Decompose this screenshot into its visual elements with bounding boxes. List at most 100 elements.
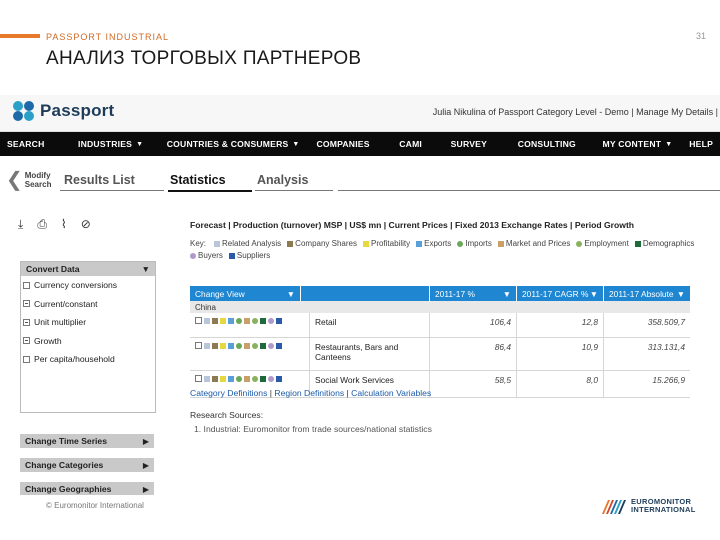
triangle-icon — [634, 241, 641, 247]
suppliers-icon[interactable] — [276, 317, 282, 324]
imports-icon[interactable] — [236, 375, 242, 382]
suppliers-icon[interactable] — [276, 342, 282, 349]
market-icon[interactable] — [244, 375, 250, 382]
checkbox[interactable] — [23, 318, 30, 326]
row-abs: 313.131,4 — [647, 342, 685, 352]
row-pct: 58,5 — [430, 371, 517, 397]
grid-header-spacer — [301, 286, 430, 301]
key-suppliers: Suppliers — [228, 250, 270, 262]
link-category-definitions[interactable]: Category Definitions — [190, 388, 267, 398]
imports-icon[interactable] — [236, 317, 242, 324]
option-per-capita-household[interactable]: Per capita/household — [21, 350, 155, 369]
column-header[interactable]: 2011-17 CAGR % ▼ — [517, 286, 604, 301]
checkbox[interactable] — [23, 281, 30, 289]
change-geographies[interactable]: Change Geographies ▶ — [20, 482, 154, 495]
key-employment: Employment — [576, 238, 629, 250]
link-icon[interactable]: ⊘ — [81, 217, 91, 231]
row-cagr: 10,9 — [517, 338, 604, 370]
data-grid: Change View ▼ 2011-17 % ▼ 2011-17 CAGR % ▼ … — [190, 286, 690, 398]
link-calculation-variables[interactable]: Calculation Variables — [351, 388, 431, 398]
profitability-icon[interactable] — [220, 342, 226, 349]
market-icon[interactable] — [244, 342, 250, 349]
profitability-icon[interactable] — [220, 317, 226, 324]
checkbox[interactable] — [195, 342, 202, 349]
attach-icon[interactable]: ⌇ — [61, 217, 67, 231]
main-content: Forecast | Production (turnover) MSP | U… — [190, 220, 720, 434]
passport-app: Passport Julia Nikulina of Passport Cate… — [0, 95, 720, 495]
square-icon — [214, 241, 221, 247]
change-categories[interactable]: Change Categories ▶ — [20, 458, 154, 472]
checkbox[interactable] — [195, 317, 202, 324]
change-time-series[interactable]: Change Time Series ▶ — [20, 434, 154, 448]
analysis-icon[interactable] — [204, 317, 210, 324]
checkbox[interactable] — [23, 337, 30, 345]
shares-icon[interactable] — [212, 342, 218, 349]
analysis-icon[interactable] — [204, 375, 210, 382]
table-row[interactable]: Retail 106,4 12,8 358.509,7 — [190, 313, 690, 338]
employment-icon[interactable] — [252, 317, 258, 324]
key-legend: Key: Related Analysis Company Shares Pro… — [190, 238, 720, 262]
option-growth[interactable]: Growth — [21, 332, 155, 351]
grid-header: Change View ▼ 2011-17 % ▼ 2011-17 CAGR % ▼ … — [190, 286, 690, 301]
column-header[interactable]: 2011-17 % ▼ — [430, 286, 517, 301]
suppliers-icon[interactable] — [276, 375, 282, 382]
convert-data-header[interactable]: Convert Data ▼ — [21, 262, 155, 276]
row-abs: 358.509,7 — [647, 317, 685, 327]
buyers-icon[interactable] — [268, 342, 274, 349]
accent-bar — [0, 34, 40, 38]
row-icons-cell — [190, 338, 310, 370]
profitability-icon[interactable] — [220, 375, 226, 382]
buyers-icon[interactable] — [268, 375, 274, 382]
slide-kicker: PASSPORT INDUSTRIAL — [46, 32, 170, 42]
nav-companies[interactable]: COMPANIES — [309, 139, 392, 149]
print-icon[interactable]: ⎙ — [37, 217, 47, 232]
nav-countries-consumers[interactable]: COUNTRIES & CONSUMERS ▼ — [160, 139, 310, 149]
analysis-icon[interactable] — [204, 342, 210, 349]
user-account-line[interactable]: Julia Nikulina of Passport Category Leve… — [433, 107, 718, 117]
slide-title: АНАЛИЗ ТОРГОВЫХ ПАРТНЕРОВ — [46, 48, 362, 69]
table-row[interactable]: Restaurants, Bars and Canteens 86,4 10,9… — [190, 338, 690, 371]
column-header[interactable]: 2011-17 Absolute ▼ — [604, 286, 690, 301]
nav-help[interactable]: HELP — [682, 139, 720, 149]
imports-icon[interactable] — [236, 342, 242, 349]
exports-icon[interactable] — [228, 342, 234, 349]
demographics-icon[interactable] — [260, 342, 266, 349]
employment-icon[interactable] — [252, 342, 258, 349]
buyers-icon[interactable] — [268, 317, 274, 324]
exports-icon[interactable] — [228, 317, 234, 324]
tab-underline — [255, 190, 333, 191]
caret-down-icon: ▼ — [292, 140, 300, 148]
square-icon — [497, 241, 504, 247]
shares-icon[interactable] — [212, 317, 218, 324]
nav-consulting[interactable]: CONSULTING — [511, 139, 596, 149]
row-abs: 15.266,9 — [652, 375, 685, 385]
checkbox[interactable] — [23, 300, 30, 308]
option-unit-multiplier[interactable]: Unit multiplier — [21, 313, 155, 332]
key-demographics: Demographics — [634, 238, 694, 250]
row-icons — [195, 342, 304, 349]
row-category: Restaurants, Bars and Canteens — [310, 338, 430, 370]
link-region-definitions[interactable]: Region Definitions — [274, 388, 344, 398]
research-sources-title: Research Sources: — [190, 410, 264, 420]
checkbox[interactable] — [195, 375, 202, 382]
change-view-dropdown[interactable]: Change View ▼ — [190, 286, 301, 301]
exports-icon[interactable] — [228, 375, 234, 382]
demographics-icon[interactable] — [260, 375, 266, 382]
triangle-down-icon — [228, 253, 235, 259]
option-currency-conversions[interactable]: Currency conversions — [21, 276, 155, 295]
shares-icon[interactable] — [212, 375, 218, 382]
employment-icon[interactable] — [252, 375, 258, 382]
nav-cami[interactable]: CAMI — [392, 139, 443, 149]
tab-statistics[interactable]: Statistics — [170, 173, 226, 187]
nav-my-content[interactable]: MY CONTENT ▼ — [596, 139, 683, 149]
research-source-item: 1. Industrial: Euromonitor from trade so… — [194, 424, 432, 434]
option-current-constant[interactable]: Current/constant — [21, 295, 155, 314]
checkbox[interactable] — [23, 355, 30, 363]
circle-icon — [457, 241, 464, 247]
demographics-icon[interactable] — [260, 317, 266, 324]
caret-down-icon: ▼ — [502, 288, 511, 299]
download-icon[interactable]: ⤓ — [18, 217, 23, 232]
market-icon[interactable] — [244, 317, 250, 324]
tab-analysis[interactable]: Analysis — [257, 173, 308, 187]
nav-survey[interactable]: SURVEY — [444, 139, 511, 149]
